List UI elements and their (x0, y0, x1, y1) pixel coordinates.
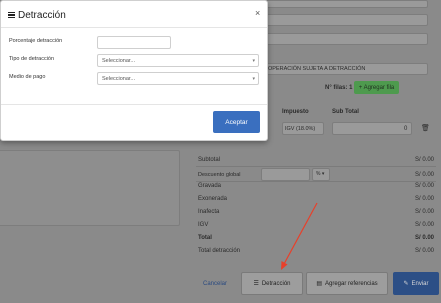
chevron-down-icon: ▾ (252, 58, 255, 64)
close-icon[interactable]: × (255, 8, 260, 18)
medio-placeholder: Seleccionar... (102, 75, 136, 82)
medio-label: Medio de pago (9, 74, 46, 80)
tipo-placeholder: Seleccionar... (102, 57, 136, 64)
accept-button[interactable]: Aceptar (213, 111, 260, 133)
modal-title: Detracción (18, 10, 66, 21)
modal-footer-divider (1, 104, 267, 105)
tipo-select[interactable]: Seleccionar... ▾ (97, 54, 259, 67)
medio-select[interactable]: Seleccionar... ▾ (97, 72, 259, 85)
chevron-down-icon: ▾ (252, 76, 255, 82)
tipo-label: Tipo de detracción (9, 56, 55, 62)
detraccion-modal: Detracción × Porcentaje detracción Tipo … (0, 0, 268, 141)
modal-header: Detracción × (1, 1, 267, 28)
accept-label: Aceptar (225, 118, 248, 126)
porcentaje-label: Porcentaje detracción (9, 38, 63, 44)
porcentaje-input[interactable] (97, 36, 171, 49)
list-icon (8, 12, 15, 18)
